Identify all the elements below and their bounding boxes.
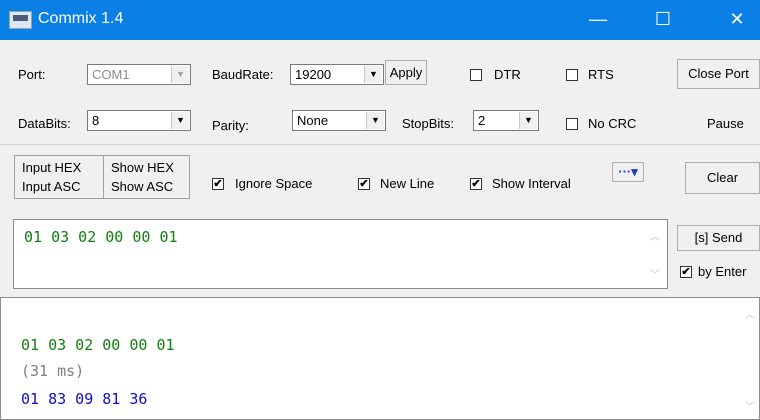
show-interval-checkbox[interactable]: ✔ (470, 178, 482, 190)
nocrc-label: No CRC (588, 116, 637, 131)
scroll-down-icon[interactable]: ﹀ (745, 398, 755, 413)
close-port-button[interactable]: Close Port (677, 59, 760, 89)
stopbits-label: StopBits: (402, 116, 455, 131)
clear-button[interactable]: Clear (685, 162, 760, 194)
databits-value: 8 (92, 113, 100, 128)
show-asc-option[interactable]: Show ASC (111, 179, 173, 194)
parity-label: Parity: (212, 118, 249, 133)
dtr-checkbox[interactable] (470, 69, 482, 81)
log-line-rx: 01 83 09 81 36 (21, 390, 148, 408)
input-hex-option[interactable]: Input HEX (22, 160, 81, 175)
show-hex-option[interactable]: Show HEX (111, 160, 174, 175)
stopbits-value: 2 (478, 113, 486, 128)
window-title: Commix 1.4 (38, 10, 124, 27)
chevron-down-icon: ▼ (366, 112, 384, 129)
rts-label: RTS (588, 67, 614, 82)
log-line-tx: 01 03 02 00 00 01 (21, 336, 175, 354)
ignore-space-checkbox[interactable]: ✔ (212, 178, 224, 190)
more-options-button[interactable]: ···▾ (612, 162, 644, 182)
scroll-down-icon[interactable]: ﹀ (650, 266, 660, 281)
dtr-label: DTR (494, 67, 521, 82)
nocrc-checkbox[interactable] (566, 118, 578, 130)
app-icon (9, 11, 32, 29)
port-select[interactable]: COM1 ▼ (87, 64, 191, 85)
input-asc-option[interactable]: Input ASC (22, 179, 81, 194)
ignore-space-label: Ignore Space (235, 176, 313, 191)
chevron-down-icon: ▼ (171, 66, 189, 83)
rts-checkbox[interactable] (566, 69, 578, 81)
encoding-divider (103, 155, 104, 199)
log-output-area[interactable]: 01 03 02 00 00 01 (31 ms) 01 83 09 81 36… (0, 297, 760, 420)
port-value: COM1 (92, 67, 130, 82)
parity-select[interactable]: None ▼ (292, 110, 386, 131)
new-line-checkbox[interactable]: ✔ (358, 178, 370, 190)
new-line-label: New Line (380, 176, 435, 191)
send-input-area[interactable]: 01 03 02 00 00 01 ︿ ﹀ (13, 219, 668, 289)
toolbar-divider (0, 144, 760, 145)
apply-button[interactable]: Apply (385, 60, 427, 85)
show-interval-label: Show Interval (492, 176, 571, 191)
send-input-text: 01 03 02 00 00 01 (24, 228, 178, 246)
by-enter-checkbox[interactable]: ✔ (680, 266, 692, 278)
baudrate-select[interactable]: 19200 ▼ (290, 64, 384, 85)
port-label: Port: (18, 67, 46, 82)
pause-button[interactable]: Pause (707, 116, 744, 131)
parity-value: None (297, 113, 329, 128)
title-bar[interactable]: Commix 1.4 — ☐ ✕ (0, 0, 760, 40)
scroll-up-icon[interactable]: ︿ (650, 228, 660, 243)
baudrate-value: 19200 (295, 67, 332, 82)
send-button[interactable]: [s] Send (677, 225, 760, 251)
maximize-button[interactable]: ☐ (640, 0, 686, 40)
chevron-down-icon: ▼ (364, 66, 382, 83)
chevron-down-icon: ▼ (171, 112, 189, 129)
log-line-interval: (31 ms) (21, 362, 85, 380)
scroll-up-icon[interactable]: ︿ (745, 306, 755, 321)
databits-label: DataBits: (18, 116, 71, 131)
chevron-down-icon: ▼ (519, 112, 537, 129)
minimize-button[interactable]: — (575, 0, 621, 40)
by-enter-label: by Enter (698, 264, 747, 279)
baudrate-label: BaudRate: (212, 67, 274, 82)
stopbits-select[interactable]: 2 ▼ (473, 110, 539, 131)
databits-select[interactable]: 8 ▼ (87, 110, 191, 131)
close-button[interactable]: ✕ (714, 0, 760, 40)
